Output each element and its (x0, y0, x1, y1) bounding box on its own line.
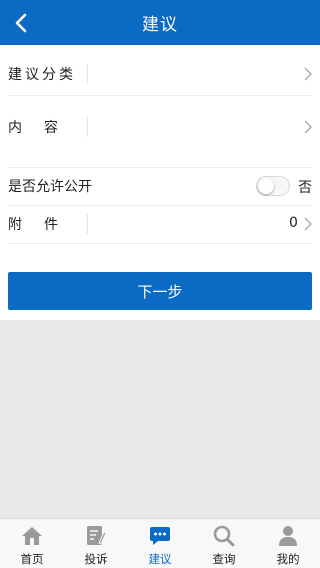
tab-query[interactable]: 查询 (192, 519, 256, 568)
allow-public-label: 是否允许公开 (8, 179, 92, 195)
category-row[interactable]: 建议分类 (0, 53, 320, 95)
home-icon (20, 524, 44, 548)
allow-public-state: 否 (298, 180, 312, 196)
divider (8, 95, 312, 96)
content-row[interactable]: 内 容 (0, 107, 320, 147)
category-label: 建议分类 (8, 67, 76, 83)
content-label: 内 容 (8, 120, 62, 136)
tab-complaint[interactable]: 投诉 (64, 519, 128, 568)
top-navbar: 建议 (0, 0, 320, 45)
attachment-label: 附 件 (8, 217, 62, 233)
attachment-row[interactable]: 附 件 0 (0, 205, 320, 243)
row-divider (87, 64, 88, 84)
next-step-button[interactable]: 下一步 (8, 272, 312, 310)
tab-mine[interactable]: 我的 (256, 519, 320, 568)
chevron-right-icon (304, 217, 312, 231)
allow-public-row: 是否允许公开 否 (0, 167, 320, 205)
profile-icon (276, 524, 300, 548)
tab-label: 我的 (276, 552, 300, 566)
back-button[interactable] (6, 0, 36, 45)
tab-suggestion[interactable]: 建议 (128, 519, 192, 568)
row-divider (87, 117, 88, 137)
divider (8, 243, 312, 244)
chevron-right-icon (304, 120, 312, 134)
complaint-icon (84, 524, 108, 548)
page-title: 建议 (142, 15, 178, 35)
tab-home[interactable]: 首页 (0, 519, 64, 568)
tab-label: 建议 (148, 552, 172, 566)
bottom-tab-bar: 首页 投诉 建议 查询 我的 (0, 518, 320, 568)
tab-label: 首页 (20, 552, 44, 566)
attachment-count: 0 (289, 215, 298, 231)
tab-label: 投诉 (84, 552, 108, 566)
chevron-left-icon (15, 13, 27, 32)
toggle-knob (258, 178, 274, 194)
suggestion-chat-icon (148, 524, 172, 548)
allow-public-toggle[interactable] (256, 176, 290, 196)
tab-label: 查询 (212, 552, 236, 566)
search-icon (212, 524, 236, 548)
empty-content-area (0, 320, 320, 518)
chevron-right-icon (304, 67, 312, 81)
row-divider (87, 214, 88, 234)
